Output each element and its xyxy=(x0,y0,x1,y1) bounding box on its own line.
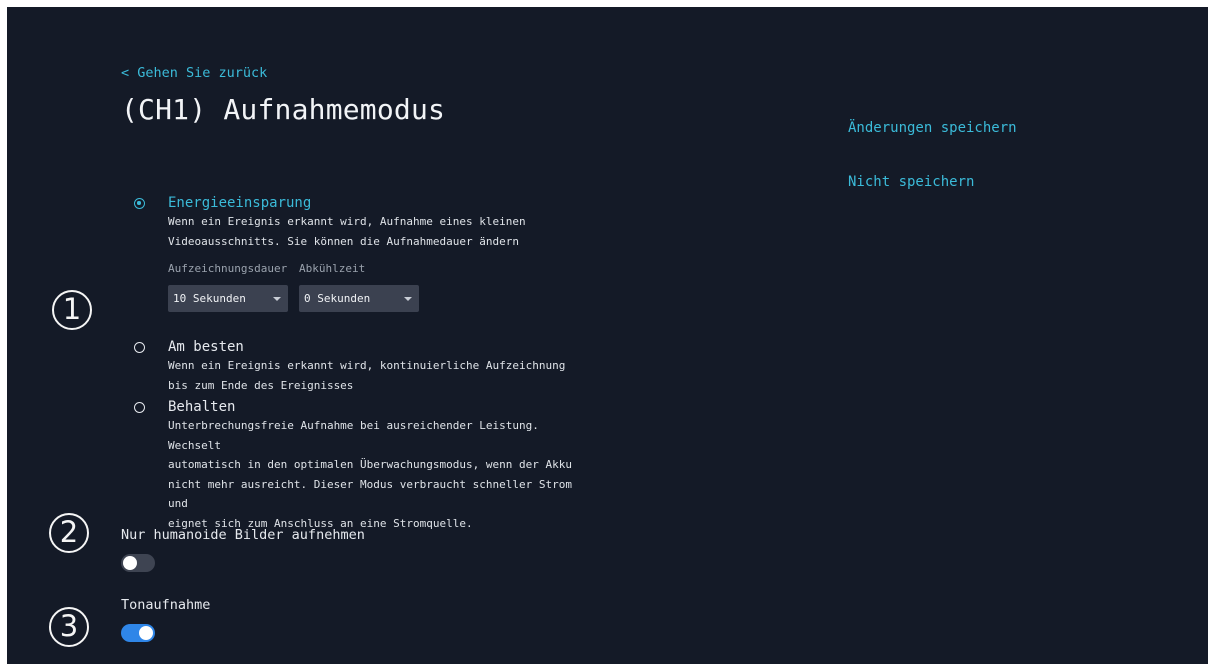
settings-screen: < Gehen Sie zurück (CH1) Aufnahmemodus Ä… xyxy=(7,7,1208,664)
annotation-marker-2: 2 xyxy=(49,513,89,553)
description-line: Unterbrechungsfreie Aufnahme bei ausreic… xyxy=(168,419,539,452)
back-link[interactable]: < Gehen Sie zurück xyxy=(121,65,267,81)
description-line: Wenn ein Ereignis erkannt wird, Aufnahme… xyxy=(168,215,526,228)
cooldown-select[interactable]: 0 Sekunden xyxy=(299,285,419,312)
humanoid-only-toggle[interactable] xyxy=(121,554,155,572)
radio-am-besten[interactable] xyxy=(134,342,145,353)
annotation-marker-3: 3 xyxy=(49,607,89,647)
option-description-behalten: Unterbrechungsfreie Aufnahme bei ausreic… xyxy=(168,416,588,533)
option-title-behalten[interactable]: Behalten xyxy=(168,399,235,415)
toggle-knob xyxy=(123,556,137,570)
description-line: Wenn ein Ereignis erkannt wird, kontinui… xyxy=(168,359,566,372)
discard-changes-button[interactable]: Nicht speichern xyxy=(848,174,974,190)
humanoid-only-label: Nur humanoide Bilder aufnehmen xyxy=(121,527,365,543)
option-title-energieeinsparung[interactable]: Energieeinsparung xyxy=(168,195,311,211)
recording-duration-select[interactable]: 10 Sekunden xyxy=(168,285,288,312)
page-title: (CH1) Aufnahmemodus xyxy=(121,93,446,126)
option-title-am-besten[interactable]: Am besten xyxy=(168,339,244,355)
description-line: nicht mehr ausreicht. Dieser Modus verbr… xyxy=(168,477,572,511)
annotation-marker-1: 1 xyxy=(52,290,92,330)
cooldown-label: Abkühlzeit xyxy=(299,262,366,275)
chevron-down-icon xyxy=(273,297,281,301)
recording-duration-label: Aufzeichnungsdauer xyxy=(168,262,288,275)
audio-recording-toggle[interactable] xyxy=(121,624,155,642)
option-description-energieeinsparung: Wenn ein Ereignis erkannt wird, Aufnahme… xyxy=(168,212,588,251)
option-description-am-besten: Wenn ein Ereignis erkannt wird, kontinui… xyxy=(168,356,588,395)
cooldown-value: 0 Sekunden xyxy=(304,292,371,305)
recording-duration-value: 10 Sekunden xyxy=(173,292,246,305)
description-line: Videoausschnitts. Sie können die Aufnahm… xyxy=(168,234,519,248)
description-line: automatisch in den optimalen Überwachung… xyxy=(168,458,572,471)
chevron-down-icon xyxy=(404,297,412,301)
save-changes-button[interactable]: Änderungen speichern xyxy=(848,120,1017,136)
radio-behalten[interactable] xyxy=(134,402,145,413)
toggle-knob xyxy=(139,626,153,640)
radio-energieeinsparung[interactable] xyxy=(134,198,145,209)
audio-recording-label: Tonaufnahme xyxy=(121,597,211,613)
description-line: bis zum Ende des Ereignisses xyxy=(168,378,354,392)
